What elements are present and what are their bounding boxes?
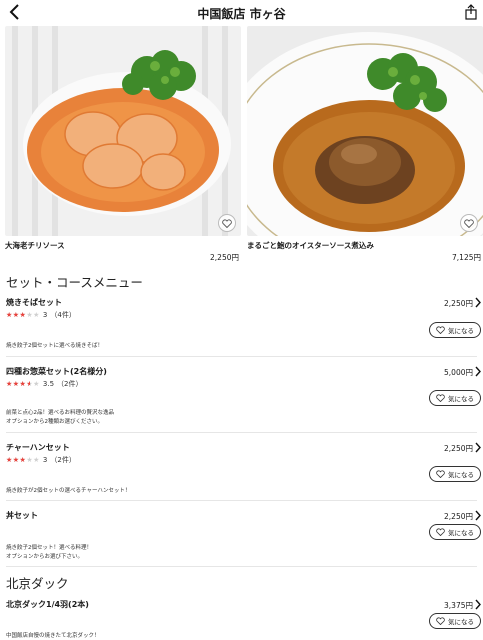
menu-item-price: 2,250円 xyxy=(444,299,473,308)
featured-item-name: 大海老チリソース xyxy=(5,241,65,250)
description-line: 焼き餃子2個セット！選べる料理！ xyxy=(6,545,93,551)
rating-value: 3 xyxy=(42,456,48,464)
featured-item-abalone[interactable]: まるごと鮑のオイスターソース煮込み 7,125円 xyxy=(247,26,483,263)
abalone-photo xyxy=(247,26,483,236)
menu-item-description: 焼き餃子2個セット！選べる料理！ オプションからお選び下さい。 xyxy=(6,544,92,562)
review-count: （2件） xyxy=(57,380,83,388)
description-line: オプションから2種類お選びください。 xyxy=(6,419,104,425)
menu-item-price: 2,250円 xyxy=(444,444,473,453)
like-button[interactable]: 気になる xyxy=(429,322,481,338)
star-rating-icon: ★★★★★★★★★★ xyxy=(6,310,40,319)
heart-icon xyxy=(436,394,445,402)
chevron-right-icon[interactable] xyxy=(474,442,482,453)
description-line: 前菜と点心2品！選べるお料理の贅沢な逸品 xyxy=(6,410,115,416)
heart-icon xyxy=(436,326,445,334)
top-bar: 中国飯店 市ヶ谷 xyxy=(0,0,483,26)
menu-item-rice-bowl-set[interactable]: 丼セット 2,250円 気になる 焼き餃子2個セット！選べる料理！ オプションか… xyxy=(0,510,483,564)
divider xyxy=(6,500,477,501)
menu-item-name: 四種お惣菜セット(2名様分) xyxy=(6,367,107,376)
divider xyxy=(6,356,477,357)
featured-item-shrimp-chili[interactable]: 大海老チリソース 2,250円 xyxy=(5,26,241,263)
menu-item-four-dishes-set[interactable]: 四種お惣菜セット(2名様分) 5,000円 ★★★★★★★★★★ 3.5 （2件… xyxy=(0,366,483,428)
rating: ★★★★★★★★★★ 3.5 （2件） xyxy=(6,379,83,389)
chevron-right-icon[interactable] xyxy=(474,366,482,377)
menu-item-yakisoba-set[interactable]: 焼きそばセット 2,250円 ★★★★★★★★★★ 3 （4件） 気になる 焼き… xyxy=(0,297,483,353)
rating-value: 3 xyxy=(42,311,48,319)
section-title-set-course: セット・コースメニュー xyxy=(6,275,143,290)
share-icon[interactable] xyxy=(463,4,479,21)
description-line: 中国飯店自慢の焼きたて北京ダック！ xyxy=(6,633,100,639)
chevron-right-icon[interactable] xyxy=(474,510,482,521)
menu-item-peking-duck[interactable]: 北京ダック1/4羽(2本) 3,375円 気になる 中国飯店自慢の焼きたて北京ダ… xyxy=(0,599,483,640)
featured-item-price: 2,250円 xyxy=(210,253,239,262)
like-label: 気になる xyxy=(448,327,474,335)
like-label: 気になる xyxy=(448,618,474,626)
featured-item-price: 7,125円 xyxy=(452,253,481,262)
menu-item-description: 焼き餃子が2個セットの選べるチャーハンセット！ xyxy=(6,487,130,496)
menu-item-price: 2,250円 xyxy=(444,512,473,521)
menu-item-fried-rice-set[interactable]: チャーハンセット 2,250円 ★★★★★★★★★★ 3 （2件） 気になる 焼… xyxy=(0,442,483,498)
favorite-heart-icon[interactable] xyxy=(218,214,236,232)
menu-item-name: 丼セット xyxy=(6,511,38,520)
divider xyxy=(6,432,477,433)
like-button[interactable]: 気になる xyxy=(429,524,481,540)
section-title-peking-duck: 北京ダック xyxy=(6,576,69,591)
description-line: 焼き餃子が2個セットの選べるチャーハンセット！ xyxy=(6,488,131,494)
rating: ★★★★★★★★★★ 3 （2件） xyxy=(6,455,76,465)
menu-item-description: 焼き餃子2個セットに選べる焼きそば！ xyxy=(6,342,103,351)
menu-item-price: 3,375円 xyxy=(444,601,473,610)
like-button[interactable]: 気になる xyxy=(429,613,481,629)
like-label: 気になる xyxy=(448,471,474,479)
like-button[interactable]: 気になる xyxy=(429,466,481,482)
heart-icon xyxy=(436,528,445,536)
menu-item-description: 中国飯店自慢の焼きたて北京ダック！ xyxy=(6,632,100,640)
rating: ★★★★★★★★★★ 3 （4件） xyxy=(6,310,76,320)
star-rating-icon: ★★★★★★★★★★ xyxy=(6,455,40,464)
menu-item-name: 北京ダック1/4羽(2本) xyxy=(6,600,89,609)
description-line: オプションからお選び下さい。 xyxy=(6,554,84,560)
star-rating-icon: ★★★★★★★★★★ xyxy=(6,379,40,388)
chevron-right-icon[interactable] xyxy=(474,599,482,610)
menu-item-name: チャーハンセット xyxy=(6,443,70,452)
heart-icon xyxy=(436,470,445,478)
review-count: （2件） xyxy=(50,456,76,464)
description-line: 焼き餃子2個セットに選べる焼きそば！ xyxy=(6,343,104,349)
chevron-right-icon[interactable] xyxy=(474,297,482,308)
like-label: 気になる xyxy=(448,395,474,403)
like-label: 気になる xyxy=(448,529,474,537)
like-button[interactable]: 気になる xyxy=(429,390,481,406)
page-title: 中国飯店 市ヶ谷 xyxy=(197,7,286,21)
menu-item-description: 前菜と点心2品！選べるお料理の贅沢な逸品 オプションから2種類お選びください。 xyxy=(6,409,114,427)
menu-item-price: 5,000円 xyxy=(444,368,473,377)
menu-item-name: 焼きそばセット xyxy=(6,298,62,307)
heart-icon xyxy=(436,617,445,625)
review-count: （4件） xyxy=(50,311,76,319)
shrimp-chili-photo xyxy=(5,26,241,236)
favorite-heart-icon[interactable] xyxy=(460,214,478,232)
rating-value: 3.5 xyxy=(42,380,55,388)
featured-item-name: まるごと鮑のオイスターソース煮込み xyxy=(247,241,374,250)
divider xyxy=(6,566,477,567)
